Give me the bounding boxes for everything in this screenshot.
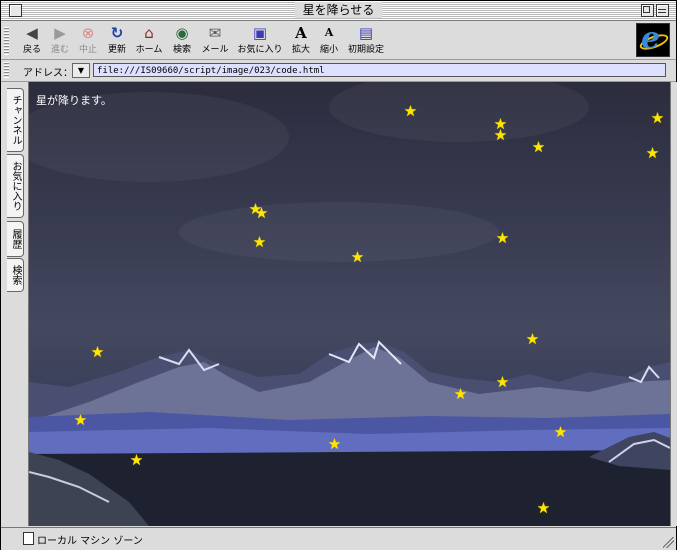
star-icon: ★ <box>493 126 508 144</box>
ie-logo-letter: e <box>641 21 661 56</box>
text-larger-icon: A <box>295 24 307 42</box>
forward-button[interactable]: ▶ 進む <box>47 24 73 55</box>
text-smaller-icon: A <box>324 26 334 39</box>
resize-grip-icon[interactable] <box>663 537 674 548</box>
tab-search[interactable]: 検索 <box>7 258 24 292</box>
page-content[interactable]: 星が降ります。 ★ ★ ★ ★ ★ ★ ★ ★ ★ ★ ★ ★ ★ ★ ★ ★ ★ ★ ★ ★ <box>29 82 670 526</box>
star-icon: ★ <box>531 138 546 156</box>
stop-label: 中止 <box>78 45 97 55</box>
star-icon: ★ <box>553 423 568 441</box>
window-title: 星を降らせる <box>294 2 383 18</box>
star-icon: ★ <box>650 109 665 127</box>
star-icon: ★ <box>254 204 269 222</box>
stop-button[interactable]: ⊗ 中止 <box>75 24 101 55</box>
search-icon: ◉ <box>175 24 189 42</box>
forward-label: 進む <box>50 45 69 55</box>
text-larger-label: 拡大 <box>291 45 310 55</box>
refresh-button[interactable]: ↻ 更新 <box>103 24 131 55</box>
zoom-box-button[interactable] <box>641 4 654 17</box>
home-icon: ⌂ <box>144 24 154 42</box>
title-bar[interactable]: 星を降らせる <box>1 1 676 21</box>
address-input[interactable]: file:///IS09660/script/image/023/code.ht… <box>93 63 666 77</box>
star-icon: ★ <box>645 144 660 162</box>
tab-history[interactable]: 履歴 <box>7 221 24 257</box>
star-icon: ★ <box>129 451 144 469</box>
favorites-label: お気に入り <box>237 45 283 55</box>
address-grip[interactable] <box>4 62 9 78</box>
explorer-bar-tabs: チャンネル お気に入り 履歴 検索 <box>1 82 29 526</box>
text-smaller-label: 縮小 <box>319 45 338 55</box>
text-larger-button[interactable]: A 拡大 <box>288 24 314 55</box>
refresh-icon: ↻ <box>110 24 124 42</box>
ie-logo-icon: e <box>636 21 671 57</box>
star-icon: ★ <box>536 499 551 517</box>
favorites-icon: ▣ <box>252 24 268 42</box>
address-bar: アドレス： ▼ file:///IS09660/script/image/023… <box>1 60 676 82</box>
status-bar: ローカル マシン ゾーン <box>1 527 676 550</box>
star-icon: ★ <box>495 373 510 391</box>
star-icon: ★ <box>495 229 510 247</box>
mail-icon: ✉ <box>208 24 222 42</box>
toolbar: ◀ 戻る ▶ 進む ⊗ 中止 ↻ 更新 ⌂ ホーム ◉ 検索 ✉ メール ▣ お <box>1 21 676 60</box>
home-button[interactable]: ⌂ ホーム <box>132 24 166 55</box>
mail-label: メール <box>201 45 229 55</box>
browser-window: 星を降らせる ◀ 戻る ▶ 進む ⊗ 中止 ↻ 更新 ⌂ ホーム ◉ 検索 ✉ … <box>0 0 677 550</box>
star-icon: ★ <box>453 385 468 403</box>
address-dropdown-button[interactable]: ▼ <box>72 63 90 78</box>
forward-arrow-icon: ▶ <box>54 24 66 42</box>
text-smaller-button[interactable]: A 縮小 <box>316 24 342 55</box>
mail-button[interactable]: ✉ メール <box>198 24 232 55</box>
back-arrow-icon: ◀ <box>26 24 38 42</box>
close-box-button[interactable] <box>9 4 22 17</box>
tab-channels[interactable]: チャンネル <box>7 88 24 152</box>
star-icon: ★ <box>403 102 418 120</box>
page-text: 星が降ります。 <box>36 94 112 107</box>
stop-icon: ⊗ <box>81 24 95 42</box>
search-button[interactable]: ◉ 検索 <box>168 24 196 55</box>
status-text: ローカル マシン ゾーン <box>37 536 143 547</box>
star-icon: ★ <box>525 330 540 348</box>
mountain-landscape-image <box>29 340 670 526</box>
zone-icon <box>23 532 34 545</box>
favorites-button[interactable]: ▣ お気に入り <box>235 24 285 55</box>
home-label: ホーム <box>135 45 163 55</box>
preferences-icon: ▤ <box>358 24 374 42</box>
preferences-button[interactable]: ▤ 初期設定 <box>346 24 386 55</box>
star-icon: ★ <box>73 411 88 429</box>
star-icon: ★ <box>252 233 267 251</box>
toolbar-grip[interactable] <box>4 27 9 55</box>
search-label: 検索 <box>172 45 191 55</box>
star-icon: ★ <box>90 343 105 361</box>
star-icon: ★ <box>327 435 342 453</box>
back-button[interactable]: ◀ 戻る <box>19 24 45 55</box>
address-label: アドレス： <box>23 68 73 79</box>
star-icon: ★ <box>350 248 365 266</box>
tab-favorites[interactable]: お気に入り <box>7 154 24 218</box>
content-right-edge <box>670 82 677 526</box>
collapse-box-button[interactable] <box>656 4 669 17</box>
preferences-label: 初期設定 <box>347 45 384 55</box>
refresh-label: 更新 <box>107 45 126 55</box>
back-label: 戻る <box>22 45 41 55</box>
